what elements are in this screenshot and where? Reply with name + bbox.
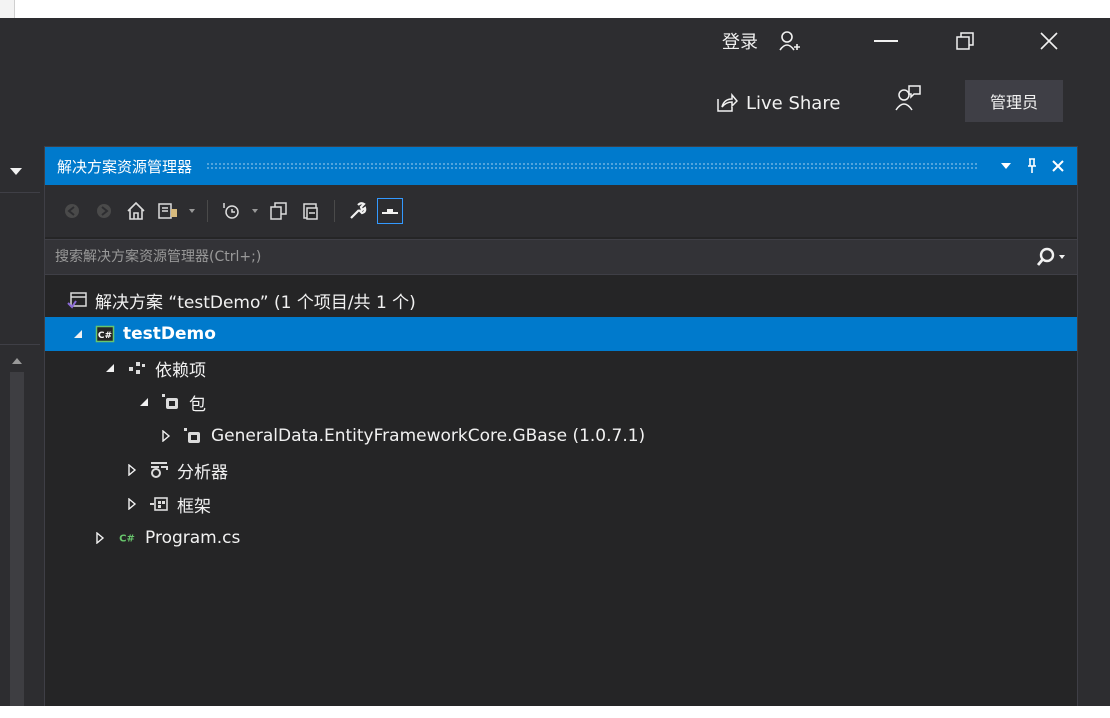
tree-item-package-gbase[interactable]: GeneralData.EntityFrameworkCore.GBase (1… <box>45 419 1077 453</box>
csharp-project-icon: C# <box>95 324 115 344</box>
svg-text:C#: C# <box>119 534 135 545</box>
top-white-strip <box>0 0 1110 18</box>
add-account-icon[interactable] <box>778 30 804 52</box>
pending-changes-dropdown-icon[interactable] <box>250 198 260 224</box>
live-share-icon <box>717 93 738 112</box>
window-position-dropdown-icon[interactable] <box>993 153 1019 179</box>
sync-with-active-document-icon[interactable] <box>266 198 292 224</box>
collapsed-arrow-icon[interactable] <box>125 497 139 511</box>
project-label: testDemo <box>123 324 216 344</box>
left-scrollbar[interactable] <box>10 372 24 718</box>
properties-wrench-icon[interactable] <box>345 198 371 224</box>
login-button[interactable]: 登录 <box>722 28 758 54</box>
login-label: 登录 <box>722 32 758 53</box>
analyzer-icon <box>149 460 169 480</box>
dependencies-label: 依赖项 <box>155 360 206 381</box>
home-icon[interactable] <box>123 198 149 224</box>
live-share-button[interactable]: Live Share <box>716 86 840 120</box>
toolbar-separator <box>334 200 335 222</box>
feedback-icon[interactable] <box>894 84 922 112</box>
scroll-up-icon[interactable] <box>12 358 22 364</box>
secondary-toolbar <box>0 76 1110 130</box>
expanded-arrow-icon[interactable] <box>71 327 85 341</box>
search-options-dropdown-icon[interactable] <box>1059 247 1069 267</box>
back-icon[interactable] <box>59 198 85 224</box>
tree-item-solution[interactable]: 解决方案 “testDemo” (1 个项目/共 1 个) <box>45 283 1077 317</box>
preview-selected-items-icon[interactable] <box>377 198 403 224</box>
solution-tree: 解决方案 “testDemo” (1 个项目/共 1 个) C# testDem… <box>45 283 1077 555</box>
package-icon <box>183 426 203 446</box>
expanded-arrow-icon[interactable] <box>103 361 117 375</box>
package-icon <box>161 392 181 412</box>
tree-item-project[interactable]: C# testDemo <box>45 317 1077 351</box>
title-bar <box>0 18 1110 76</box>
close-window-button[interactable] <box>1038 30 1060 52</box>
search-input[interactable] <box>45 248 1035 266</box>
package-item-label: GeneralData.EntityFrameworkCore.GBase (1… <box>211 426 646 446</box>
bottom-white-strip <box>0 706 1110 718</box>
pin-icon[interactable] <box>1019 153 1045 179</box>
switch-views-dropdown-icon[interactable] <box>187 198 197 224</box>
solution-explorer-panel: 解决方案资源管理器 搜索解决方案资源管理器(Ctrl+;) 解决方案 “test… <box>44 146 1078 718</box>
tree-item-program-cs[interactable]: C# Program.cs <box>45 521 1077 555</box>
corner-box <box>0 0 15 19</box>
packages-label: 包 <box>189 394 206 415</box>
analyzers-label: 分析器 <box>177 462 228 483</box>
forward-icon[interactable] <box>91 198 117 224</box>
collapsed-arrow-icon[interactable] <box>159 429 173 443</box>
collapsed-arrow-icon[interactable] <box>93 531 107 545</box>
collapse-all-icon[interactable] <box>298 198 324 224</box>
panel-title-bar: 解决方案资源管理器 <box>45 147 1077 185</box>
collapsed-arrow-icon[interactable] <box>125 463 139 477</box>
panel-title: 解决方案资源管理器 <box>57 157 193 176</box>
svg-text:C#: C# <box>98 331 112 341</box>
left-panel-dropdown-icon[interactable] <box>10 168 22 175</box>
toolbar-separator <box>207 200 208 222</box>
switch-views-icon[interactable] <box>155 198 181 224</box>
live-share-label: Live Share <box>746 92 841 114</box>
solution-icon <box>67 290 87 310</box>
expanded-arrow-icon[interactable] <box>137 395 151 409</box>
close-panel-icon[interactable] <box>1045 153 1071 179</box>
admin-label: 管理员 <box>989 93 1038 112</box>
panel-toolbar <box>45 185 1077 237</box>
pending-changes-filter-icon[interactable] <box>218 198 244 224</box>
csharp-file-icon: C# <box>117 528 137 548</box>
left-divider <box>0 344 40 345</box>
left-divider <box>0 192 40 193</box>
tree-item-dependencies[interactable]: 依赖项 <box>45 351 1077 385</box>
program-file-label: Program.cs <box>145 528 241 548</box>
title-grip[interactable] <box>206 162 979 170</box>
dependencies-icon <box>127 358 147 378</box>
admin-badge: 管理员 <box>965 80 1063 122</box>
framework-icon <box>149 494 169 514</box>
restore-button[interactable] <box>956 32 974 50</box>
tree-item-packages[interactable]: 包 <box>45 385 1077 419</box>
solution-label: 解决方案 “testDemo” (1 个项目/共 1 个) <box>95 292 416 313</box>
search-icon[interactable] <box>1035 246 1057 268</box>
search-bar <box>45 239 1077 275</box>
frameworks-label: 框架 <box>177 496 211 517</box>
tree-item-frameworks[interactable]: 框架 <box>45 487 1077 521</box>
tree-item-analyzers[interactable]: 分析器 <box>45 453 1077 487</box>
minimize-button[interactable] <box>874 40 898 42</box>
